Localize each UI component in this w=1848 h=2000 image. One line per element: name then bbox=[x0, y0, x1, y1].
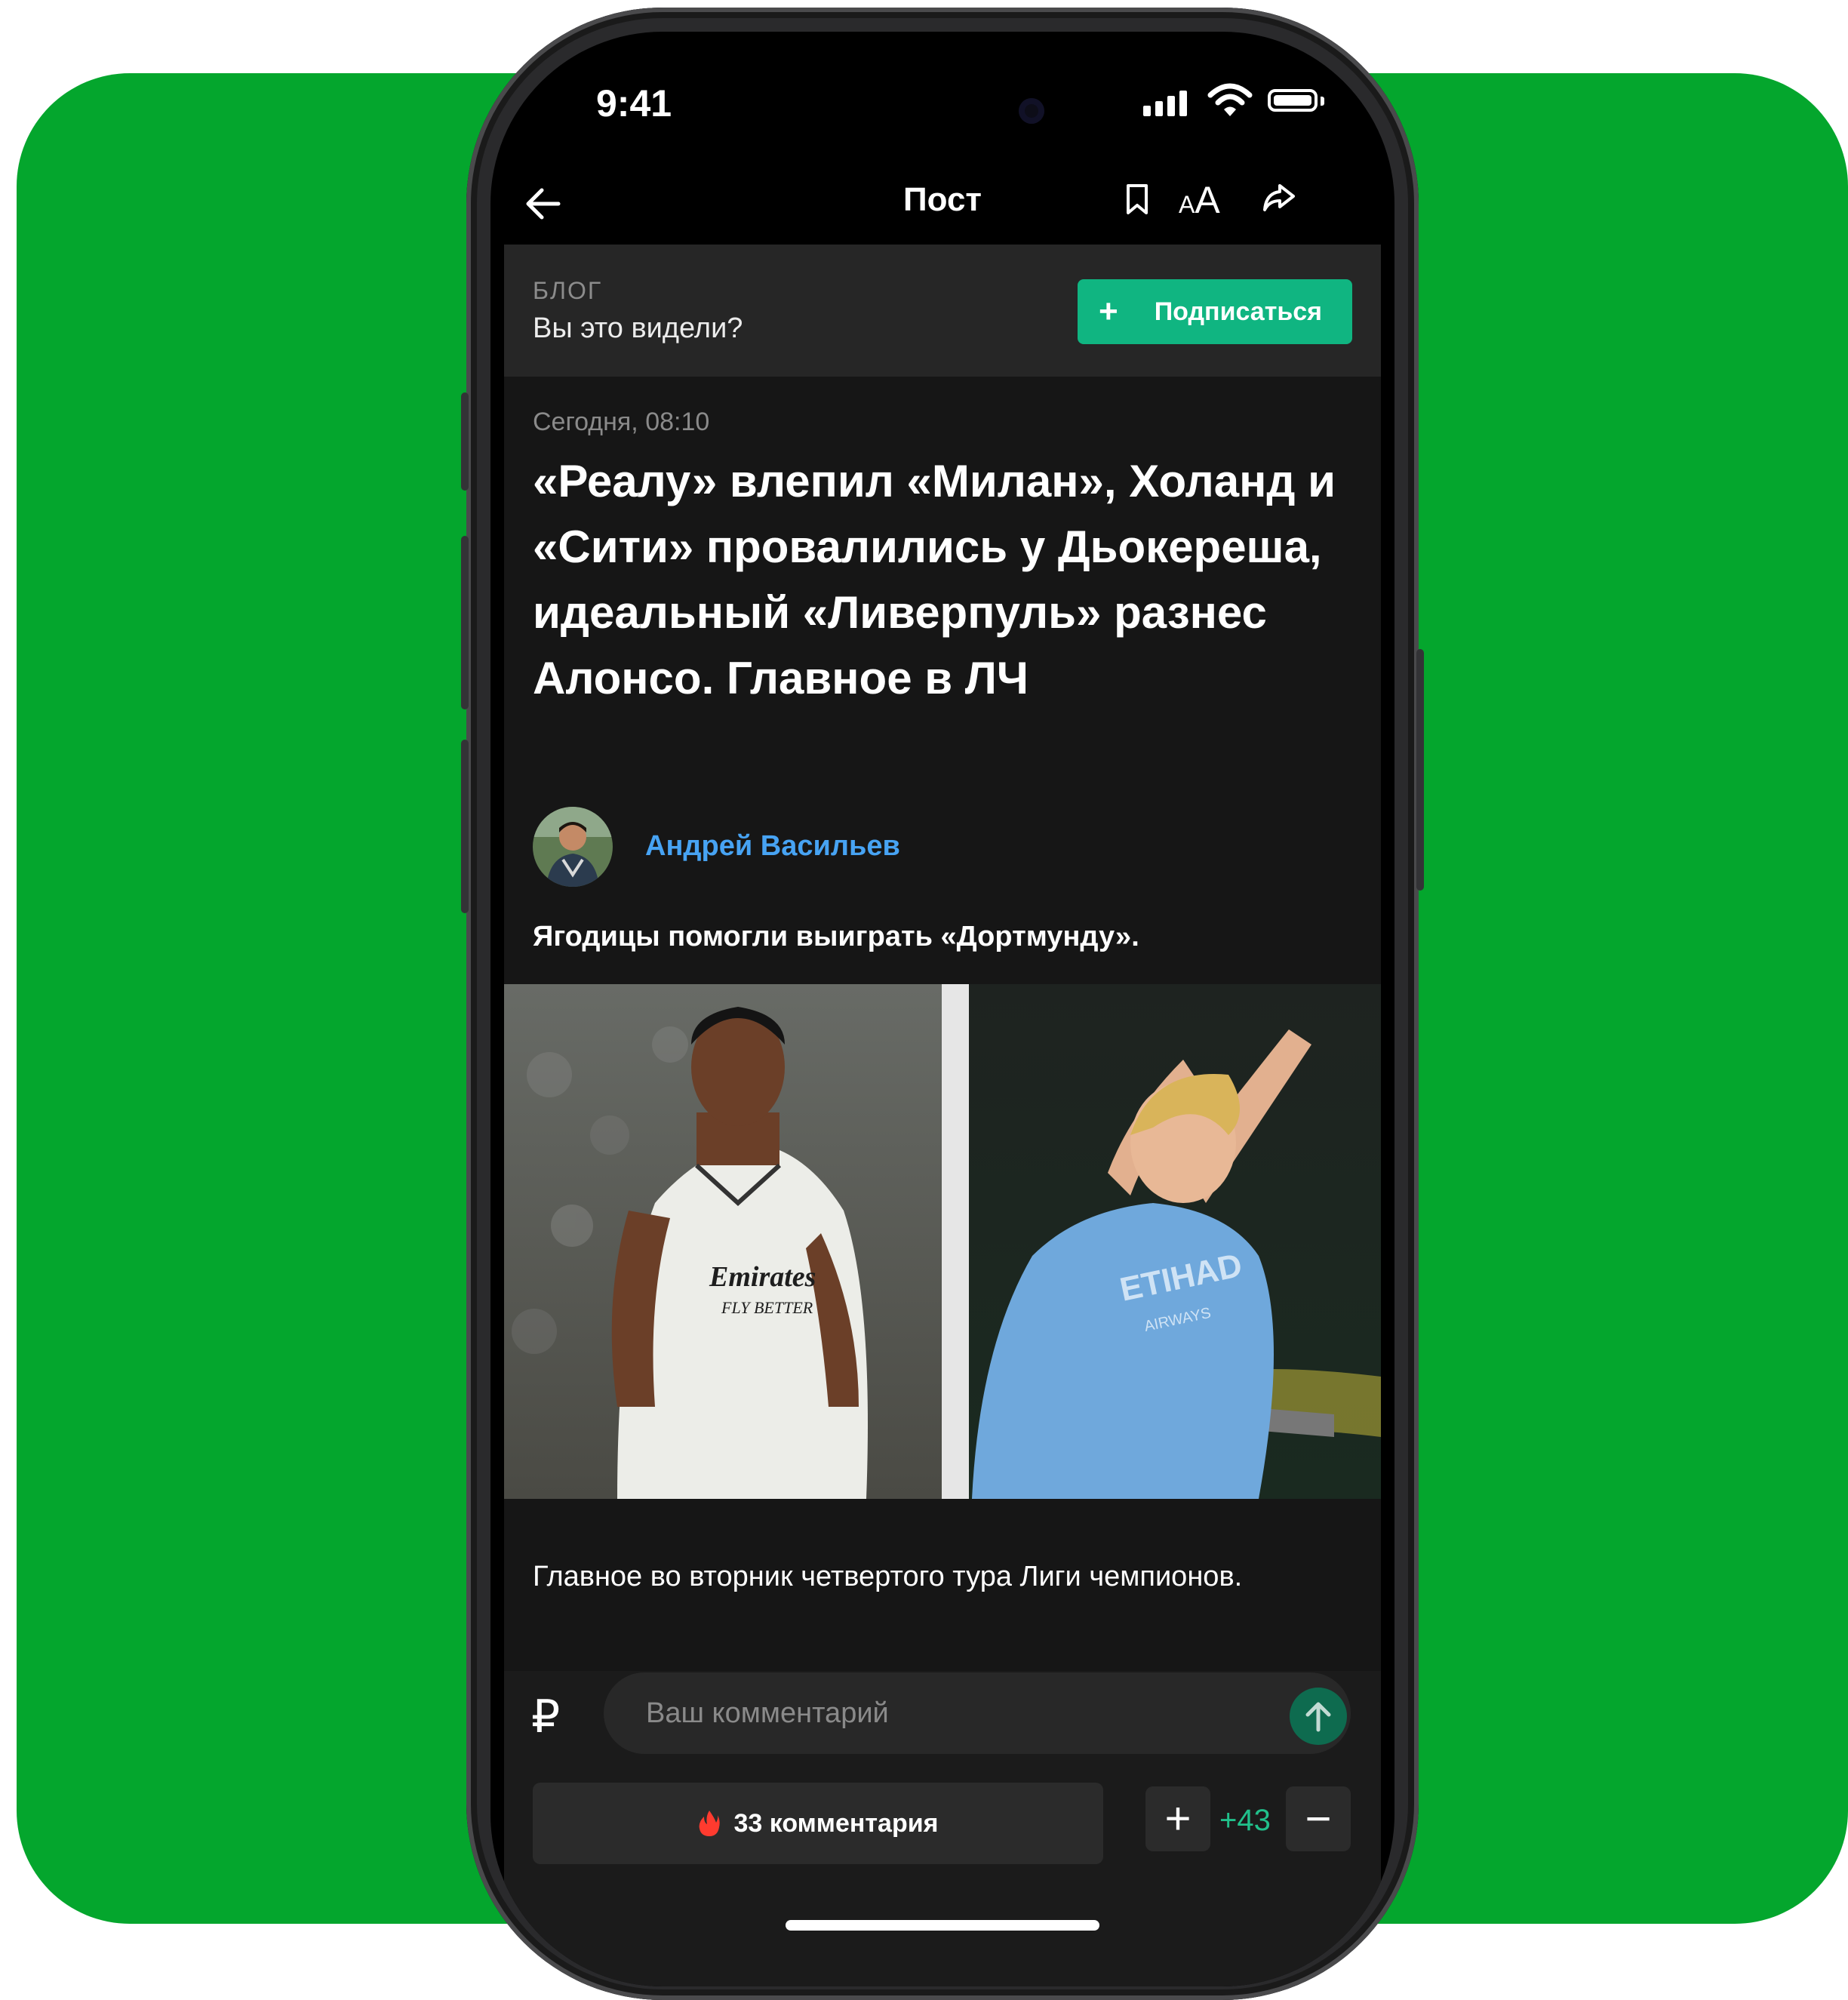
send-button[interactable] bbox=[1290, 1688, 1347, 1745]
post-date: Сегодня, 08:10 bbox=[533, 408, 710, 436]
subscribe-label: Подписаться bbox=[1154, 297, 1323, 326]
comment-input[interactable] bbox=[604, 1672, 1351, 1754]
home-indicator[interactable] bbox=[786, 1920, 1099, 1931]
downvote-button[interactable]: − bbox=[1286, 1786, 1351, 1851]
post-photo[interactable]: Emirates FLY BETTER ETIHAD AIRWAYS bbox=[504, 984, 1381, 1499]
phone-power-button bbox=[1416, 649, 1424, 891]
subscribe-button[interactable]: + Подписаться bbox=[1078, 279, 1352, 344]
phone-volume-down-button bbox=[461, 740, 469, 913]
donate-ruble-icon[interactable]: ₽ bbox=[531, 1691, 560, 1743]
battery-icon bbox=[1268, 89, 1318, 112]
wifi-icon bbox=[1207, 83, 1253, 116]
author-name[interactable]: Андрей Васильев bbox=[645, 830, 900, 863]
fire-icon bbox=[699, 1811, 720, 1836]
comments-button[interactable]: 33 комментария bbox=[533, 1783, 1103, 1864]
page-title: Пост bbox=[903, 181, 982, 218]
photo-left-sponsor-sub: FLY BETTER bbox=[721, 1298, 813, 1317]
post-body-text: Главное во вторник четвертого тура Лиги … bbox=[533, 1561, 1243, 1592]
bookmark-icon[interactable] bbox=[1124, 183, 1150, 216]
photo-left-sponsor: Emirates bbox=[709, 1261, 816, 1293]
battery-tip bbox=[1321, 97, 1324, 106]
rating-value: +43 bbox=[1219, 1804, 1271, 1837]
font-size-icon[interactable]: AA bbox=[1179, 178, 1220, 222]
comments-count: 33 комментария bbox=[733, 1808, 939, 1838]
cellular-signal-icon bbox=[1143, 91, 1187, 116]
upvote-button[interactable]: + bbox=[1145, 1786, 1210, 1851]
status-time: 9:41 bbox=[596, 82, 672, 125]
blog-label: БЛОГ bbox=[533, 277, 603, 304]
share-icon[interactable] bbox=[1260, 181, 1298, 214]
phone-side-button bbox=[461, 392, 469, 491]
phone-screen: 9:41 Пост AA БЛОГ Вы это видели? + Подпи… bbox=[490, 32, 1394, 1986]
blog-name[interactable]: Вы это видели? bbox=[533, 312, 743, 345]
arrow-up-icon bbox=[1305, 1702, 1331, 1732]
post-headline: «Реалу» влепил «Милан», Холанд и «Сити» … bbox=[533, 456, 1336, 703]
post-lead: Ягодицы помогли выиграть «Дортмунду». bbox=[533, 921, 1139, 952]
phone-volume-up-button bbox=[461, 536, 469, 709]
front-camera bbox=[1019, 98, 1044, 124]
plus-icon: + bbox=[1099, 293, 1118, 330]
author-avatar[interactable] bbox=[533, 807, 613, 887]
